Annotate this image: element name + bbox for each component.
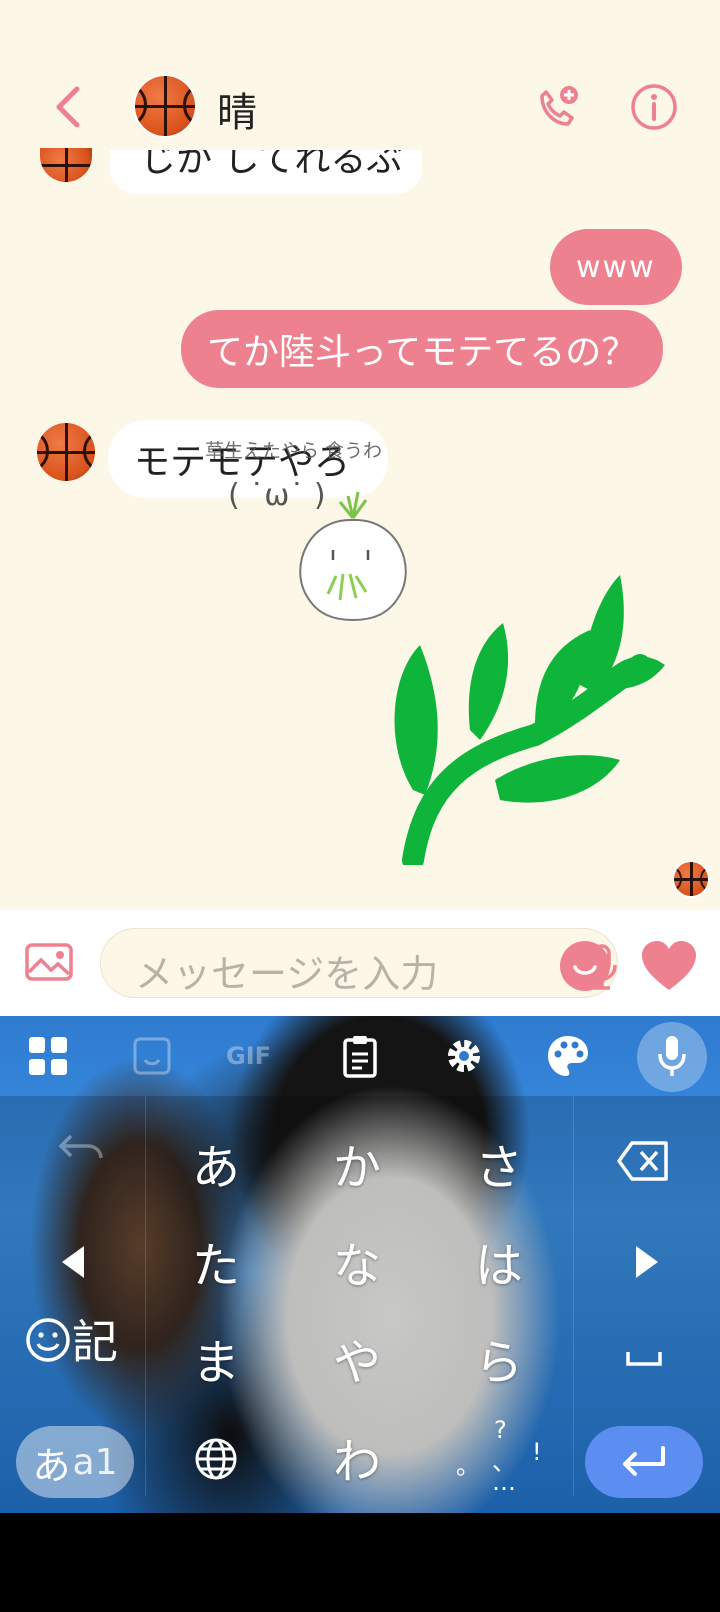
- key-ya[interactable]: や: [307, 1323, 407, 1393]
- enter-icon: [623, 1446, 665, 1476]
- heart-icon[interactable]: [640, 940, 698, 992]
- gear-icon[interactable]: [440, 1032, 488, 1080]
- input-mode-toggle[interactable]: あ a1: [16, 1426, 134, 1498]
- kigou-label: 記: [72, 1315, 118, 1369]
- chat-header: 晴: [0, 60, 720, 155]
- message-input-bar: メッセージを入力: [0, 910, 720, 1016]
- punct-period: 。: [456, 1452, 480, 1480]
- partial-text: じか してれるぶ: [140, 150, 403, 180]
- incoming-bubble-partial: じか してれるぶ: [110, 150, 422, 194]
- key-divider: [145, 1096, 146, 1496]
- mic-icon: [658, 1036, 686, 1076]
- cursor-left-icon[interactable]: [56, 1242, 90, 1282]
- mode-hira-label: あ: [32, 1443, 71, 1488]
- key-na[interactable]: な: [307, 1226, 407, 1296]
- undo-icon[interactable]: [56, 1128, 106, 1168]
- apps-icon[interactable]: [24, 1032, 72, 1080]
- cursor-right-icon[interactable]: [630, 1242, 664, 1282]
- sender-avatar[interactable]: [37, 423, 95, 481]
- phone-add-icon[interactable]: [532, 82, 582, 132]
- chat-area: 晴 じか してれるぶ www てか陸斗ってモテてるの？ モテモテやろ 草生えたや…: [0, 0, 720, 910]
- read-avatar: [674, 862, 708, 896]
- space-icon[interactable]: [624, 1346, 664, 1370]
- key-ha[interactable]: は: [449, 1226, 549, 1296]
- voice-input-button[interactable]: [637, 1022, 707, 1092]
- punct-ellipsis: …: [492, 1468, 516, 1496]
- key-ra[interactable]: ら: [449, 1323, 549, 1393]
- contact-avatar[interactable]: [135, 76, 195, 136]
- enter-button[interactable]: [585, 1426, 703, 1498]
- back-button[interactable]: [48, 82, 88, 132]
- punct-question: ?: [494, 1416, 507, 1444]
- system-nav-bar: [0, 1513, 720, 1612]
- key-a[interactable]: あ: [166, 1128, 266, 1198]
- key-wa[interactable]: わ: [307, 1422, 407, 1492]
- image-icon[interactable]: [24, 940, 74, 984]
- message-input[interactable]: メッセージを入力: [100, 928, 618, 998]
- partial-avatar: [40, 148, 92, 182]
- keyboard-toolbar: GIF: [0, 1016, 720, 1096]
- key-divider: [573, 1096, 574, 1496]
- chevron-left-icon: [56, 86, 80, 128]
- emoji-button[interactable]: [560, 941, 610, 991]
- globe-icon[interactable]: [193, 1436, 239, 1482]
- keyboard: GIF 記 あ a1 あ か さ た な は ま や ら わ ? 。 、 ! …: [0, 1016, 720, 1513]
- clipboard-icon[interactable]: [336, 1032, 384, 1080]
- sticker-icon[interactable]: [128, 1032, 176, 1080]
- smiley-icon: [573, 965, 597, 975]
- key-ta[interactable]: た: [166, 1226, 266, 1296]
- palette-icon[interactable]: [544, 1032, 592, 1080]
- punct-exclaim: !: [532, 1438, 542, 1466]
- leaf-sticker[interactable]: [385, 575, 665, 865]
- punctuation-key[interactable]: ? 。 、 ! …: [452, 1416, 562, 1506]
- symbol-key[interactable]: 記: [24, 1306, 118, 1372]
- key-ma[interactable]: ま: [166, 1323, 266, 1393]
- info-icon[interactable]: [629, 82, 679, 132]
- gif-button[interactable]: GIF: [226, 1042, 271, 1070]
- message-placeholder: メッセージを入力: [135, 952, 439, 996]
- emoji-icon: [26, 1318, 70, 1362]
- key-sa[interactable]: さ: [449, 1128, 549, 1198]
- key-ka[interactable]: か: [307, 1128, 407, 1198]
- sticker-caption: 草生えたやら 食うわ: [205, 440, 383, 462]
- outgoing-bubble[interactable]: www: [550, 229, 682, 305]
- mode-alpha-label: a1: [72, 1441, 118, 1483]
- backspace-icon[interactable]: [616, 1140, 670, 1182]
- contact-name[interactable]: 晴: [217, 80, 257, 138]
- outgoing-bubble[interactable]: てか陸斗ってモテてるの？: [181, 310, 664, 388]
